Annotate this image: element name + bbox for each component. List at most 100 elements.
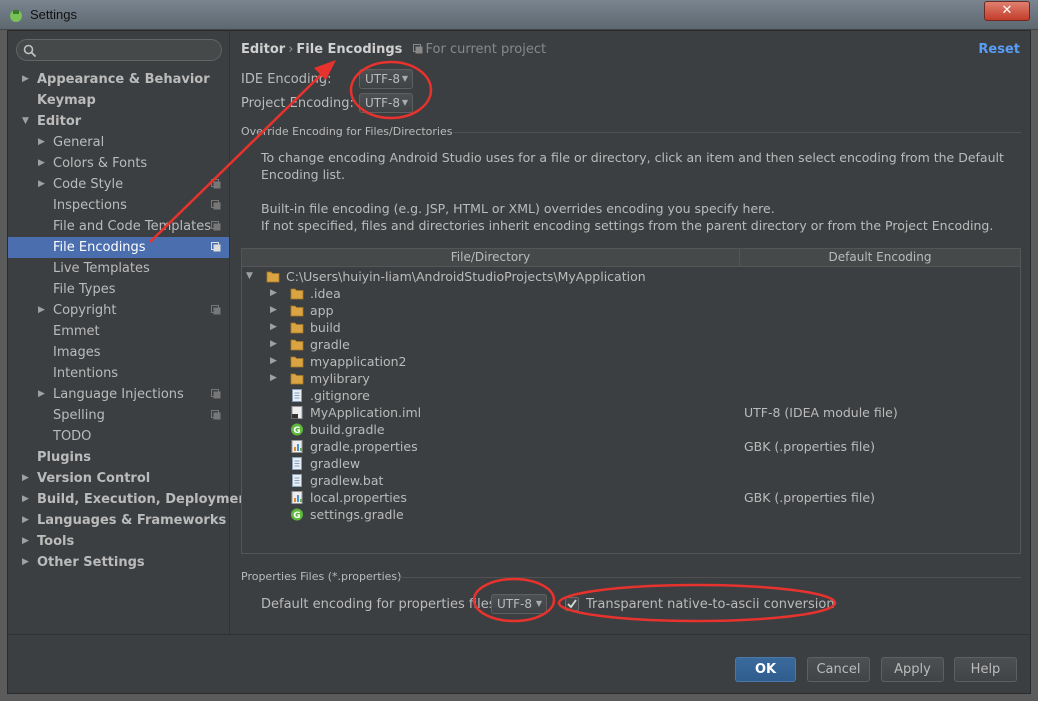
collapsed-arrow-icon[interactable]: ▶ (22, 510, 32, 531)
sidebar-item[interactable]: ▶ Version Control (8, 468, 229, 489)
sidebar-item-label: Inspections (53, 198, 127, 213)
folder-icon (290, 304, 304, 317)
table-row[interactable]: ▶ gradle (242, 336, 1020, 353)
sidebar-item[interactable]: ▶ General (8, 132, 229, 153)
table-row[interactable]: ▶ myapplication2 (242, 353, 1020, 370)
collapsed-arrow-icon[interactable]: ▶ (270, 285, 277, 302)
table-row[interactable]: .gitignore (242, 387, 1020, 404)
sidebar-item-label: Live Templates (53, 261, 150, 276)
table-row[interactable]: Gbuild.gradle (242, 421, 1020, 438)
file-name: local.properties (310, 490, 407, 505)
table-row[interactable]: gradlew (242, 455, 1020, 472)
collapsed-arrow-icon[interactable]: ▶ (270, 336, 277, 353)
table-row[interactable]: MyApplication.iml UTF-8 (IDEA module file… (242, 404, 1020, 421)
table-row[interactable]: ▼ C:\Users\huiyin-liam\AndroidStudioProje… (242, 268, 1020, 285)
project-encoding-select[interactable]: UTF-8 ▼ (359, 93, 413, 113)
file-name: .gitignore (310, 388, 370, 403)
collapsed-arrow-icon[interactable]: ▶ (22, 69, 32, 90)
file-encoding-value[interactable]: GBK (.properties file) (744, 489, 875, 506)
sidebar-item[interactable]: File Encodings (8, 237, 229, 258)
sidebar-item[interactable]: ▶ Colors & Fonts (8, 153, 229, 174)
native-to-ascii-checkbox[interactable] (565, 597, 579, 611)
collapsed-arrow-icon[interactable]: ▶ (38, 300, 48, 321)
file-name: build (310, 320, 341, 335)
sidebar-item[interactable]: ▶ Tools (8, 531, 229, 552)
project-scope-icon (211, 179, 221, 189)
text-file-icon (290, 389, 304, 402)
properties-file-icon (290, 440, 304, 453)
properties-encoding-select[interactable]: UTF-8 ▼ (491, 594, 547, 614)
sidebar-item[interactable]: ▶ Languages & Frameworks (8, 510, 229, 531)
sidebar-item[interactable]: ▶ Code Style (8, 174, 229, 195)
sidebar-item[interactable]: Intentions (8, 363, 229, 384)
table-row[interactable]: Gsettings.gradle (242, 506, 1020, 523)
sidebar-item[interactable]: ▶ Appearance & Behavior (8, 69, 229, 90)
table-row[interactable]: ▶ .idea (242, 285, 1020, 302)
sidebar-item[interactable]: Inspections (8, 195, 229, 216)
file-encoding-table[interactable]: File/Directory Default Encoding ▼ C:\User… (241, 248, 1021, 554)
collapsed-arrow-icon[interactable]: ▶ (38, 384, 48, 405)
sidebar-item[interactable]: File Types (8, 279, 229, 300)
table-row[interactable]: local.properties GBK (.properties file) (242, 489, 1020, 506)
search-input[interactable] (16, 39, 222, 61)
apply-button[interactable]: Apply (881, 657, 944, 682)
table-row[interactable]: ▶ build (242, 319, 1020, 336)
sidebar-item-label: TODO (53, 429, 92, 444)
project-scope-icon (211, 242, 221, 252)
collapsed-arrow-icon[interactable]: ▶ (270, 370, 277, 387)
sidebar-item[interactable]: ▶ Build, Execution, Deployment (8, 489, 254, 510)
file-encoding-value[interactable]: UTF-8 (IDEA module file) (744, 404, 898, 421)
collapsed-arrow-icon[interactable]: ▶ (22, 552, 32, 573)
file-encoding-value[interactable]: GBK (.properties file) (744, 438, 875, 455)
section-divider (399, 577, 1021, 578)
sidebar-item[interactable]: Keymap (8, 90, 229, 111)
sidebar-item[interactable]: Spelling (8, 405, 229, 426)
native-to-ascii-label[interactable]: Transparent native-to-ascii conversion (586, 597, 835, 612)
collapsed-arrow-icon[interactable]: ▶ (38, 132, 48, 153)
svg-text:G: G (293, 426, 300, 436)
collapsed-arrow-icon[interactable]: ▶ (38, 153, 48, 174)
column-header-encoding[interactable]: Default Encoding (740, 249, 1020, 267)
reset-link[interactable]: Reset (978, 42, 1020, 57)
sidebar-item[interactable]: Emmet (8, 321, 229, 342)
sidebar-item[interactable]: Live Templates (8, 258, 229, 279)
help-button[interactable]: Help (954, 657, 1017, 682)
sidebar-item-label: File Encodings (53, 240, 146, 255)
search-icon (23, 44, 37, 58)
file-name: .idea (310, 286, 341, 301)
ide-encoding-select[interactable]: UTF-8 ▼ (359, 69, 413, 89)
cancel-button[interactable]: Cancel (807, 657, 870, 682)
collapsed-arrow-icon[interactable]: ▶ (38, 174, 48, 195)
folder-icon (290, 338, 304, 351)
breadcrumb-current: File Encodings (296, 42, 403, 57)
table-row[interactable]: gradle.properties GBK (.properties file) (242, 438, 1020, 455)
sidebar-item[interactable]: ▶ Language Injections (8, 384, 229, 405)
sidebar-item[interactable]: TODO (8, 426, 229, 447)
sidebar-item[interactable]: ▼ Editor (8, 111, 229, 132)
project-scope-icon (211, 200, 221, 210)
sidebar-item[interactable]: ▶ Other Settings (8, 552, 229, 573)
collapsed-arrow-icon[interactable]: ▶ (22, 531, 32, 552)
expanded-arrow-icon[interactable]: ▼ (246, 268, 253, 285)
file-name: gradlew (310, 456, 361, 471)
collapsed-arrow-icon[interactable]: ▶ (270, 302, 277, 319)
column-header-file[interactable]: File/Directory (242, 249, 740, 267)
breadcrumb-separator: › (288, 42, 294, 57)
sidebar-item[interactable]: ▶ Copyright (8, 300, 229, 321)
ok-button[interactable]: OK (735, 657, 796, 682)
window-close-button[interactable]: ✕ (984, 1, 1030, 21)
sidebar-item-label: Emmet (53, 324, 100, 339)
expanded-arrow-icon[interactable]: ▼ (22, 111, 32, 132)
sidebar-item[interactable]: Images (8, 342, 229, 363)
collapsed-arrow-icon[interactable]: ▶ (270, 353, 277, 370)
collapsed-arrow-icon[interactable]: ▶ (270, 319, 277, 336)
sidebar-item[interactable]: File and Code Templates (8, 216, 229, 237)
sidebar-item[interactable]: Plugins (8, 447, 229, 468)
override-description: To change encoding Android Studio uses f… (261, 150, 1004, 182)
table-row[interactable]: ▶ app (242, 302, 1020, 319)
collapsed-arrow-icon[interactable]: ▶ (22, 468, 32, 489)
table-row[interactable]: gradlew.bat (242, 472, 1020, 489)
text-file-icon (290, 457, 304, 470)
table-row[interactable]: ▶ mylibrary (242, 370, 1020, 387)
collapsed-arrow-icon[interactable]: ▶ (22, 489, 32, 510)
